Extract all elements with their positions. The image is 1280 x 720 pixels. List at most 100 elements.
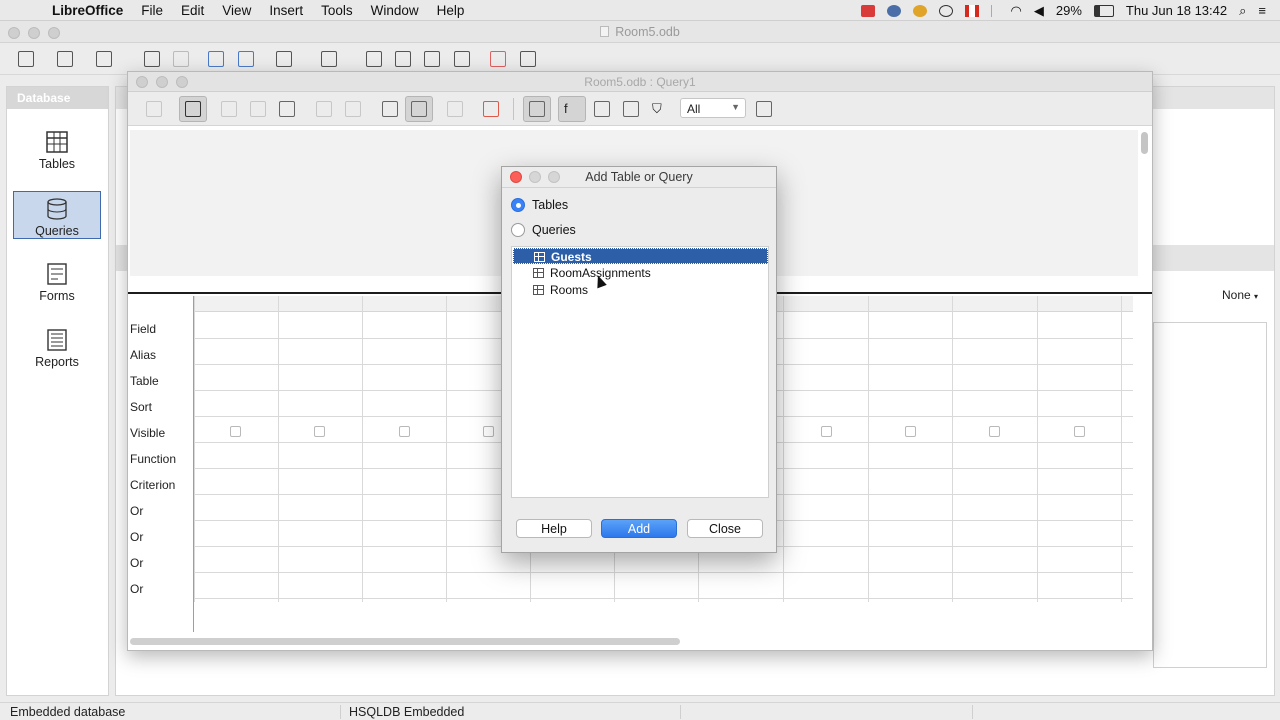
pencil-icon	[185, 101, 201, 117]
undo-icon[interactable]	[316, 101, 332, 117]
close-button[interactable]: Close	[687, 519, 763, 538]
paste-icon[interactable]	[173, 51, 189, 67]
menu-app[interactable]: LibreOffice	[52, 3, 123, 18]
radio-queries-label: Queries	[532, 223, 576, 237]
horizontal-scrollbar[interactable]	[130, 638, 680, 645]
limit-select[interactable]: All ▼	[680, 98, 746, 118]
dialog-titlebar: Add Table or Query	[502, 167, 776, 188]
sql-view-icon[interactable]	[756, 101, 772, 117]
radio-tables-row[interactable]: Tables	[511, 196, 568, 214]
search-icon[interactable]: ⌕	[1239, 3, 1246, 19]
cut-icon[interactable]	[221, 101, 237, 117]
bluetooth-icon[interactable]	[990, 4, 999, 17]
save-query-icon[interactable]	[146, 101, 162, 117]
list-item[interactable]: Rooms	[513, 282, 768, 298]
visible-checkbox[interactable]	[821, 426, 832, 437]
visible-checkbox[interactable]	[989, 426, 1000, 437]
help-button[interactable]: Help	[516, 519, 592, 538]
rename-icon[interactable]	[520, 51, 536, 67]
table-list[interactable]: Guests RoomAssignments Rooms	[511, 246, 769, 498]
record-icon[interactable]	[860, 4, 875, 17]
distinct-values-icon[interactable]	[623, 101, 639, 117]
db-item-tables[interactable]: Tables	[13, 125, 101, 173]
grid-col-line	[952, 296, 953, 602]
sort-ascending-icon[interactable]	[208, 51, 224, 67]
paste-icon[interactable]	[279, 101, 295, 117]
flag-icon[interactable]	[964, 4, 979, 17]
visible-checkbox[interactable]	[230, 426, 241, 437]
delete-icon[interactable]	[490, 51, 506, 67]
main-window-title: Room5.odb	[0, 25, 1280, 39]
list-item[interactable]: Guests	[513, 248, 768, 264]
sort-descending-icon[interactable]	[238, 51, 254, 67]
new-document-icon[interactable]	[18, 51, 34, 67]
radio-tables[interactable]	[511, 198, 525, 212]
menu-window[interactable]: Window	[371, 3, 419, 18]
copy-icon[interactable]	[250, 101, 266, 117]
query-new-icon[interactable]	[395, 51, 411, 67]
open-icon[interactable]	[57, 51, 73, 67]
query-window-titlebar: Room5.odb : Query1	[128, 72, 1152, 92]
database-icon	[47, 198, 67, 220]
grid-col-line	[362, 296, 363, 602]
clock[interactable]: Thu Jun 18 13:42	[1126, 3, 1227, 18]
globe-icon[interactable]	[886, 4, 901, 17]
db-item-reports[interactable]: Reports	[13, 323, 101, 371]
menu-file[interactable]: File	[141, 3, 163, 18]
grid-row-line	[128, 572, 1133, 573]
notification-icon[interactable]	[912, 4, 927, 17]
visible-checkbox[interactable]	[1074, 426, 1085, 437]
vertical-scrollbar[interactable]	[1141, 132, 1148, 154]
preview-mode-select[interactable]: None ▾	[1222, 288, 1258, 302]
grid-col-line	[194, 296, 195, 602]
menu-view[interactable]: View	[222, 3, 251, 18]
db-item-forms[interactable]: Forms	[13, 257, 101, 305]
wifi-icon[interactable]: ◠	[1011, 3, 1022, 19]
db-item-queries-label: Queries	[35, 224, 79, 238]
relationships-icon[interactable]	[321, 51, 337, 67]
table-new-icon[interactable]	[366, 51, 382, 67]
run-query-icon[interactable]	[382, 101, 398, 117]
redo-icon[interactable]	[345, 101, 361, 117]
battery-icon[interactable]	[1093, 4, 1114, 17]
radio-queries-row[interactable]: Queries	[511, 221, 576, 239]
add-button[interactable]: Add	[601, 519, 677, 538]
status-separator	[340, 705, 341, 719]
table-icon	[534, 252, 545, 262]
list-icon[interactable]: ≡	[1258, 3, 1266, 18]
table-names-icon	[529, 101, 545, 117]
edit-db-icon[interactable]	[454, 51, 470, 67]
volume-icon[interactable]: ◀	[1034, 3, 1044, 19]
menu-tools[interactable]: Tools	[321, 3, 353, 18]
query-toolbar: f ⛉ All ▼	[128, 92, 1152, 126]
toolbar-separator	[513, 98, 514, 120]
time-machine-icon[interactable]	[938, 4, 953, 17]
visible-checkbox[interactable]	[905, 426, 916, 437]
copy-icon[interactable]	[144, 51, 160, 67]
row-label-or-1: Or	[130, 504, 144, 518]
table-icon	[46, 131, 68, 153]
save-icon[interactable]	[96, 51, 112, 67]
open-folder-icon[interactable]	[424, 51, 440, 67]
menu-insert[interactable]: Insert	[269, 3, 303, 18]
visible-checkbox[interactable]	[314, 426, 325, 437]
row-label-or-3: Or	[130, 556, 144, 570]
visible-checkbox[interactable]	[483, 426, 494, 437]
database-panel-header: Database	[7, 87, 108, 109]
menu-edit[interactable]: Edit	[181, 3, 204, 18]
status-engine: HSQLDB Embedded	[349, 705, 465, 719]
radio-queries[interactable]	[511, 223, 525, 237]
query-window-title: Room5.odb : Query1	[584, 75, 696, 89]
design-off-icon[interactable]	[483, 101, 499, 117]
menu-help[interactable]: Help	[437, 3, 465, 18]
visible-checkbox[interactable]	[399, 426, 410, 437]
alias-icon[interactable]	[594, 101, 610, 117]
form-wizard-icon[interactable]	[276, 51, 292, 67]
clear-query-icon[interactable]	[447, 101, 463, 117]
grid-row-labels: Field Alias Table Sort Visible Function …	[128, 296, 194, 632]
report-icon	[47, 329, 67, 351]
filter-icon[interactable]: ⛉	[652, 101, 668, 117]
status-bar: Embedded database HSQLDB Embedded	[0, 702, 1280, 720]
list-item[interactable]: RoomAssignments	[513, 265, 768, 281]
db-item-queries[interactable]: Queries	[13, 191, 101, 239]
